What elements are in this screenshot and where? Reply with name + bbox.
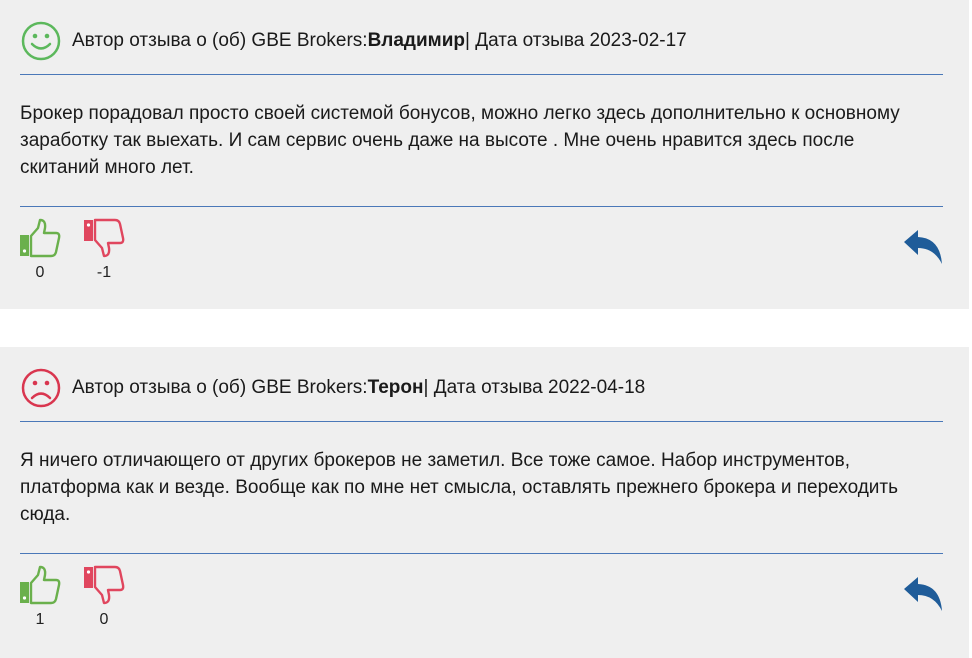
divider [20,74,943,75]
review-header: Автор отзыва о (об) GBE Brokers: Владими… [20,20,687,62]
review-date: | Дата отзыва 2023-02-17 [465,30,687,51]
divider [20,421,943,422]
thumbs-up-icon[interactable] [18,218,62,258]
smiley-sad-icon [20,367,62,409]
dislike-count: 0 [99,611,109,628]
review-prefix: Автор отзыва о (об) GBE Brokers: [72,30,368,51]
reply-arrow-icon[interactable] [900,224,946,270]
thumbs-up-icon[interactable] [18,565,62,605]
reply-arrow-icon[interactable] [900,571,946,617]
dislike-count: -1 [96,264,112,281]
like-count: 0 [35,264,45,281]
divider [20,553,943,554]
review-prefix: Автор отзыва о (об) GBE Brokers: [72,377,368,398]
divider [20,206,943,207]
thumbs-down-icon[interactable] [82,218,126,258]
review-date: | Дата отзыва 2022-04-18 [423,377,646,398]
review-card: Автор отзыва о (об) GBE Brokers: Терон |… [0,347,969,658]
smiley-happy-icon [20,20,62,62]
like-vote: 0 [18,218,62,282]
thumbs-down-icon[interactable] [82,565,126,605]
review-card: Автор отзыва о (об) GBE Brokers: Владими… [0,0,969,309]
dislike-vote: -1 [82,218,126,282]
review-text: Брокер порадовал просто своей системой б… [20,103,900,178]
dislike-vote: 0 [82,565,126,629]
review-author: Владимир [367,30,466,51]
review-author: Терон [367,377,424,398]
like-vote: 1 [18,565,62,629]
like-count: 1 [35,611,45,628]
review-header: Автор отзыва о (об) GBE Brokers: Терон |… [20,367,645,409]
review-text: Я ничего отличающего от других брокеров … [20,450,899,525]
